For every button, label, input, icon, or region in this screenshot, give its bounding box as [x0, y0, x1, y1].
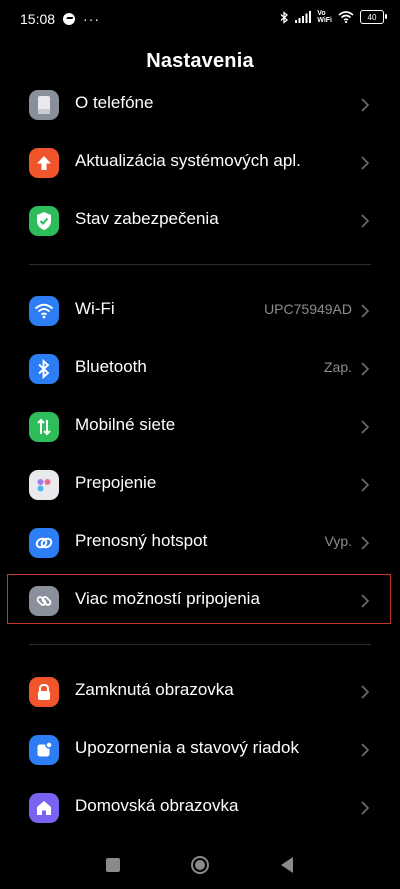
chevron-right-icon	[361, 304, 370, 318]
settings-item-notifications-status-bar[interactable]: Upozornenia a stavový riadok	[0, 721, 400, 777]
status-time: 15:08	[20, 11, 56, 27]
home-button-icon[interactable]	[190, 855, 210, 875]
status-bar: 15:08 ··· Vo WiFi 40	[0, 0, 400, 38]
highlight-box	[7, 574, 391, 624]
settings-item-label: Mobilné siete	[75, 415, 176, 434]
back-icon[interactable]	[280, 856, 294, 874]
settings-item-label: Upozornenia a stavový riadok	[75, 738, 299, 757]
chevron-right-icon	[361, 156, 370, 170]
chevron-right-icon	[361, 420, 370, 434]
settings-item-mobile-networks[interactable]: Mobilné siete	[0, 398, 400, 454]
settings-item-label: Domovská obrazovka	[75, 796, 239, 815]
more-notifications-icon: ···	[83, 11, 101, 27]
messenger-icon	[63, 13, 76, 25]
arrow-up-icon	[29, 148, 59, 178]
chevron-right-icon	[361, 743, 370, 757]
settings-item-connection[interactable]: Prepojenie	[0, 456, 400, 512]
shield-check-icon	[29, 206, 59, 236]
settings-item-bluetooth[interactable]: Bluetooth Zap.	[0, 340, 400, 396]
connect-dots-icon	[29, 470, 59, 500]
hotspot-status: Vyp.	[324, 533, 353, 549]
navigation-bar	[0, 845, 400, 889]
settings-item-lock-screen[interactable]: Zamknutá obrazovka	[0, 663, 400, 719]
notification-icon	[29, 735, 59, 765]
settings-item-home-screen[interactable]: Domovská obrazovka	[0, 779, 400, 835]
chevron-right-icon	[361, 214, 370, 228]
settings-item-system-app-updates[interactable]: Aktualizácia systémových apl.	[0, 134, 400, 190]
settings-item-label: Prenosný hotspot	[75, 531, 208, 550]
bluetooth-status: Zap.	[323, 359, 352, 375]
chevron-right-icon	[361, 98, 370, 112]
wifi-icon	[29, 296, 59, 326]
section-divider	[29, 644, 371, 645]
chevron-right-icon	[361, 685, 370, 699]
signal-icon	[295, 11, 312, 23]
hotspot-icon	[29, 528, 59, 558]
settings-item-portable-hotspot[interactable]: Prenosný hotspot Vyp.	[0, 514, 400, 570]
battery-icon: 40	[360, 10, 387, 24]
settings-item-label: O telefóne	[75, 93, 154, 112]
wifi-network-name: UPC75949AD	[264, 301, 352, 317]
recents-icon[interactable]	[106, 858, 120, 872]
wifi-status-icon	[338, 11, 354, 23]
phone-icon	[29, 90, 59, 120]
settings-item-wifi[interactable]: Wi-Fi UPC75949AD	[0, 282, 400, 338]
chevron-right-icon	[361, 478, 370, 492]
bluetooth-icon	[29, 354, 59, 384]
chevron-right-icon	[361, 536, 370, 550]
lock-icon	[29, 677, 59, 707]
chevron-right-icon	[361, 801, 370, 815]
settings-item-label: Prepojenie	[75, 473, 157, 492]
settings-item-label: Zamknutá obrazovka	[75, 680, 234, 699]
settings-item-about-phone[interactable]: O telefóne	[0, 76, 400, 132]
section-divider	[29, 264, 371, 265]
chevron-right-icon	[361, 362, 370, 376]
settings-item-security-status[interactable]: Stav zabezpečenia	[0, 192, 400, 248]
settings-item-label: Stav zabezpečenia	[75, 209, 219, 228]
settings-item-label: Aktualizácia systémových apl.	[75, 151, 301, 170]
home-icon	[29, 793, 59, 823]
bluetooth-status-icon	[280, 10, 289, 24]
page-title: Nastavenia	[146, 50, 254, 72]
vowifi-icon: Vo WiFi	[317, 10, 332, 24]
settings-item-label: Wi-Fi	[75, 299, 115, 318]
mobile-data-icon	[29, 412, 59, 442]
settings-item-label: Bluetooth	[75, 357, 147, 376]
